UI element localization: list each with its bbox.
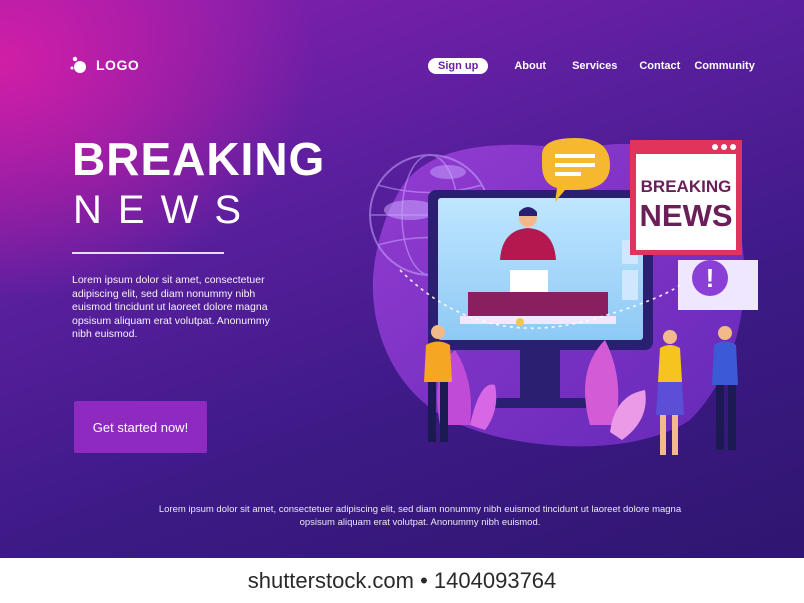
logo[interactable]: LOGO <box>68 54 139 76</box>
hero-body-text: Lorem ipsum dolor sit amet, consectetuer… <box>72 274 270 341</box>
top-nav: Sign up About Services Contact Community <box>428 58 755 74</box>
nav-community-link[interactable]: Community <box>694 60 755 72</box>
alert-box: ! <box>678 260 758 310</box>
get-started-button[interactable]: Get started now! <box>74 401 207 453</box>
breaking-news-illustration: BREAKING NEWS ! <box>369 138 758 455</box>
watermark-bar: shutterstock.com • 1404093764 <box>0 558 804 603</box>
watermark-text: shutterstock.com • 1404093764 <box>247 567 557 593</box>
signup-button[interactable]: Sign up <box>428 58 489 74</box>
hero-section: LOGO Sign up About Services Contact Comm… <box>0 0 804 558</box>
person-figure <box>712 326 738 450</box>
sign-line2: NEWS <box>640 198 733 233</box>
footer-text: Lorem ipsum dolor sit amet, consectetuer… <box>158 504 682 528</box>
page: LOGO Sign up About Services Contact Comm… <box>0 0 804 603</box>
nav-about-link[interactable]: About <box>514 60 546 72</box>
logo-icon <box>70 56 86 73</box>
person-figure <box>656 330 684 455</box>
logo-text: LOGO <box>96 57 140 73</box>
sign-line1: BREAKING <box>641 177 732 196</box>
nav-services-link[interactable]: Services <box>572 60 617 72</box>
hero-title-line1: BREAKING <box>72 133 326 185</box>
alert-exclamation-icon: ! <box>706 263 715 293</box>
title-divider <box>72 252 224 254</box>
nav-contact-link[interactable]: Contact <box>639 60 680 72</box>
hero-title-line2: NEWS <box>73 188 257 232</box>
breaking-news-sign: BREAKING NEWS <box>630 140 742 255</box>
